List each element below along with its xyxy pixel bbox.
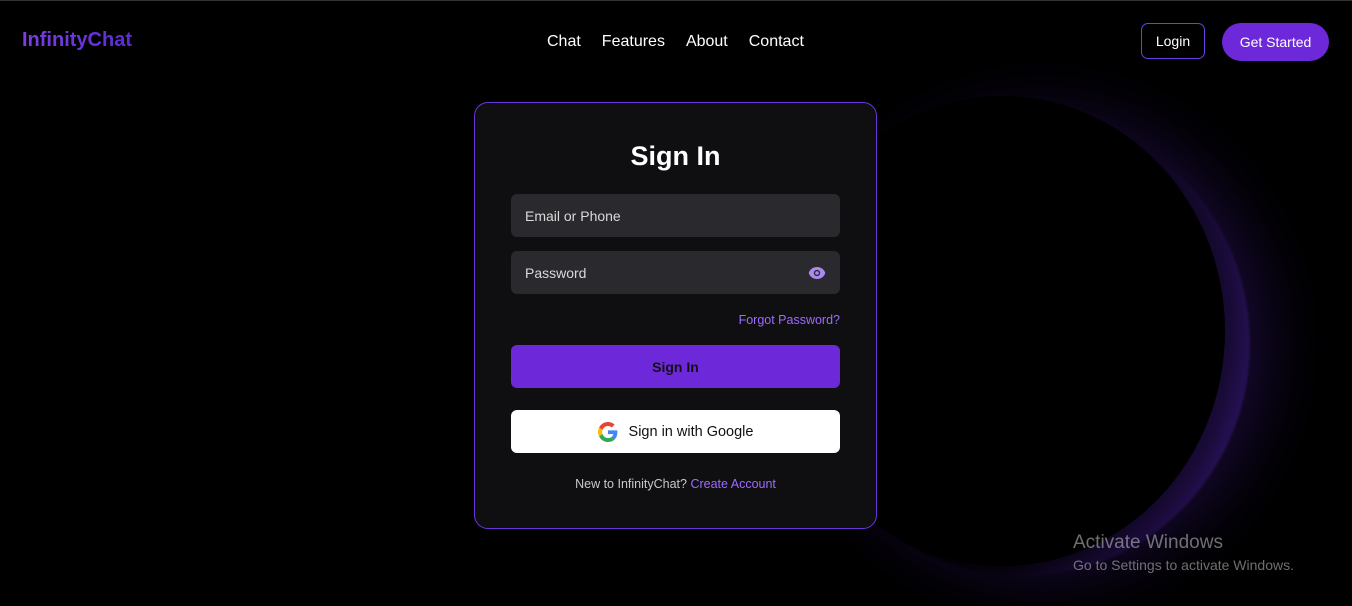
main-nav: Chat Features About Contact: [547, 33, 804, 51]
nav-item-features[interactable]: Features: [602, 33, 665, 51]
login-button[interactable]: Login: [1141, 23, 1205, 59]
google-icon: [597, 421, 618, 442]
new-user-text: New to InfinityChat?: [575, 477, 691, 491]
forgot-password-link[interactable]: Forgot Password?: [739, 313, 840, 327]
nav-item-about[interactable]: About: [686, 33, 728, 51]
signin-title: Sign In: [630, 141, 721, 171]
watermark-subtitle: Go to Settings to activate Windows.: [1073, 557, 1294, 573]
signin-card: Sign In Forgot Password? Sign In: [474, 102, 877, 529]
watermark-title: Activate Windows: [1073, 532, 1223, 553]
windows-activation-watermark: Activate Windows Go to Settings to activ…: [1073, 532, 1294, 576]
page: InfinityChat Chat Features About Contact…: [0, 0, 1352, 606]
logo[interactable]: InfinityChat: [22, 29, 132, 52]
nav-item-chat[interactable]: Chat: [547, 33, 581, 51]
password-input[interactable]: [525, 264, 808, 281]
show-password-eye-icon[interactable]: [808, 264, 826, 282]
get-started-button[interactable]: Get Started: [1222, 23, 1329, 61]
google-button-label: Sign in with Google: [628, 423, 754, 440]
email-field-container: [511, 194, 840, 237]
create-account-link[interactable]: Create Account: [690, 477, 775, 491]
email-input[interactable]: [525, 207, 826, 224]
password-field-container: [511, 251, 840, 294]
nav-item-contact[interactable]: Contact: [749, 33, 804, 51]
signin-button[interactable]: Sign In: [511, 345, 840, 388]
create-account-line: New to InfinityChat? Create Account: [475, 477, 876, 491]
google-signin-button[interactable]: Sign in with Google: [511, 410, 840, 453]
